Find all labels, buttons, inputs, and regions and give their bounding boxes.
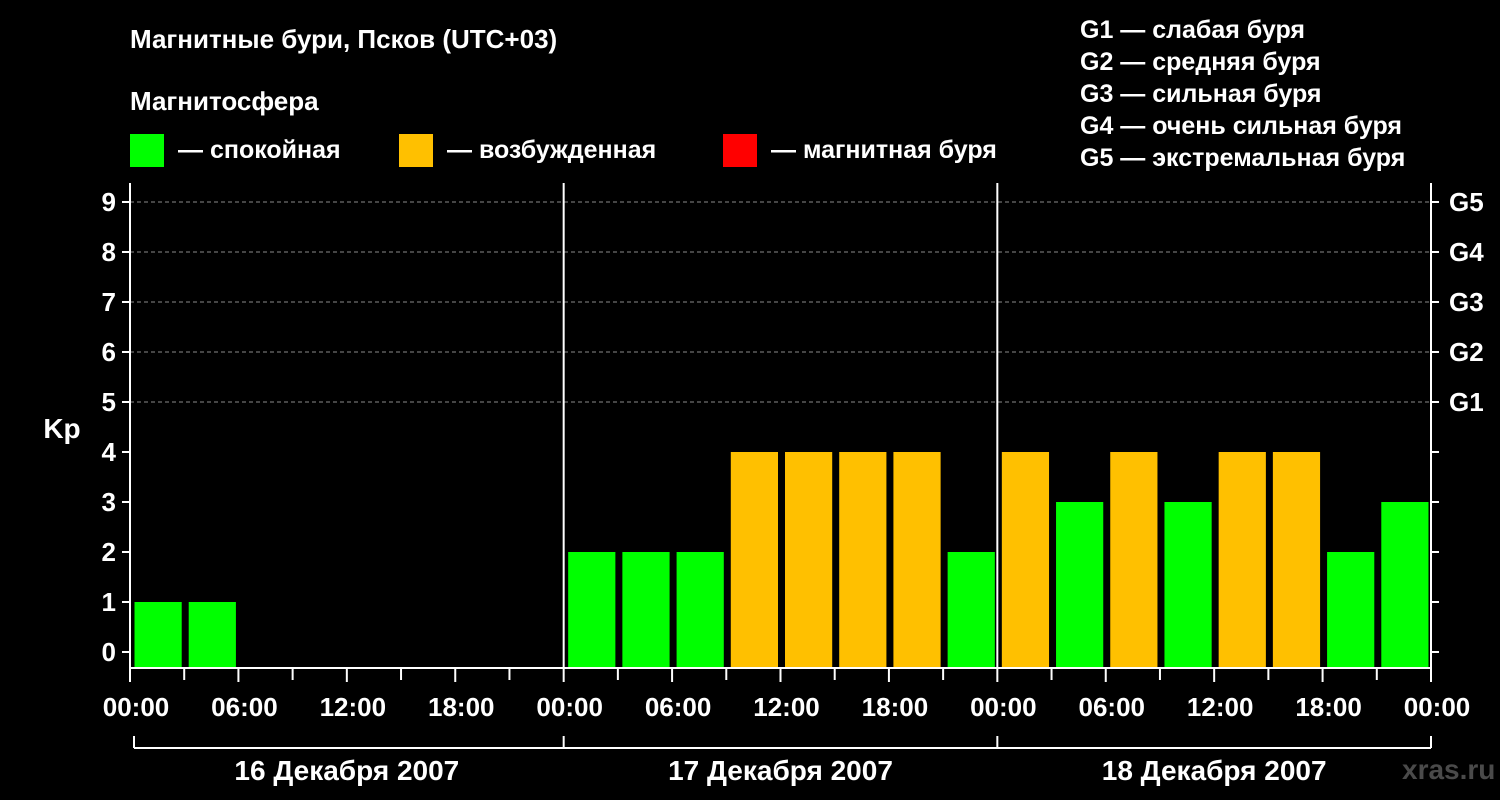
- day-label: 17 Декабря 2007: [668, 755, 893, 786]
- day-label: 18 Декабря 2007: [1102, 755, 1327, 786]
- y-tick-label: 4: [102, 437, 117, 467]
- x-tick-label: 06:00: [1079, 692, 1146, 722]
- kp-bar: [1110, 452, 1158, 667]
- x-tick-label: 00:00: [103, 692, 170, 722]
- kp-bar: [1327, 552, 1375, 667]
- y-axis-label: Kp: [43, 413, 80, 444]
- kp-bar: [1272, 452, 1321, 667]
- kp-bar: [730, 452, 778, 667]
- x-tick-label: 18:00: [428, 692, 495, 722]
- y-tick-label: 1: [102, 587, 116, 617]
- y-tick-label: 2: [102, 537, 116, 567]
- kp-bar: [568, 552, 616, 667]
- kp-bar: [1164, 502, 1212, 667]
- y-tick-label: 6: [102, 337, 116, 367]
- y-tick-label: 0: [102, 637, 116, 667]
- g-level-label: G2: [1449, 337, 1484, 367]
- kp-bar: [1218, 452, 1266, 667]
- kp-bar: [947, 552, 995, 667]
- x-tick-label: 18:00: [862, 692, 929, 722]
- y-tick-label: 7: [102, 287, 116, 317]
- chart-figure: Магнитные бури, Псков (UTC+03) Магнитосф…: [0, 0, 1500, 800]
- y-tick-label: 3: [102, 487, 116, 517]
- x-tick-label: 06:00: [645, 692, 712, 722]
- day-label: 16 Декабря 2007: [234, 755, 459, 786]
- x-tick-label: 12:00: [320, 692, 387, 722]
- x-tick-label: 00:00: [1404, 692, 1471, 722]
- x-tick-label: 06:00: [211, 692, 278, 722]
- kp-bar: [785, 452, 833, 667]
- kp-bar: [134, 602, 182, 667]
- y-tick-label: 8: [102, 237, 116, 267]
- kp-bar: [893, 452, 941, 667]
- kp-bar: [622, 552, 670, 667]
- x-tick-label: 12:00: [753, 692, 820, 722]
- x-tick-label: 18:00: [1295, 692, 1362, 722]
- g-level-label: G5: [1449, 187, 1484, 217]
- kp-bar: [839, 452, 887, 667]
- g-level-label: G1: [1449, 387, 1484, 417]
- x-tick-label: 00:00: [536, 692, 603, 722]
- kp-bar: [1001, 452, 1050, 667]
- x-tick-label: 00:00: [970, 692, 1037, 722]
- kp-bar: [1056, 502, 1104, 667]
- y-tick-label: 9: [102, 187, 116, 217]
- g-level-label: G3: [1449, 287, 1484, 317]
- watermark: xras.ru: [1402, 754, 1496, 785]
- y-tick-label: 5: [102, 387, 116, 417]
- x-tick-label: 12:00: [1187, 692, 1254, 722]
- kp-bar-chart: 0 1 2 3 4 5 6 7 8 9 G1 G2 G3 G4 G5 Kp 00:00 06:00 12:00 18:…: [43, 183, 1484, 786]
- kp-bar: [1381, 502, 1429, 667]
- g-level-label: G4: [1449, 237, 1484, 267]
- kp-bar: [188, 602, 236, 667]
- kp-bar: [676, 552, 724, 667]
